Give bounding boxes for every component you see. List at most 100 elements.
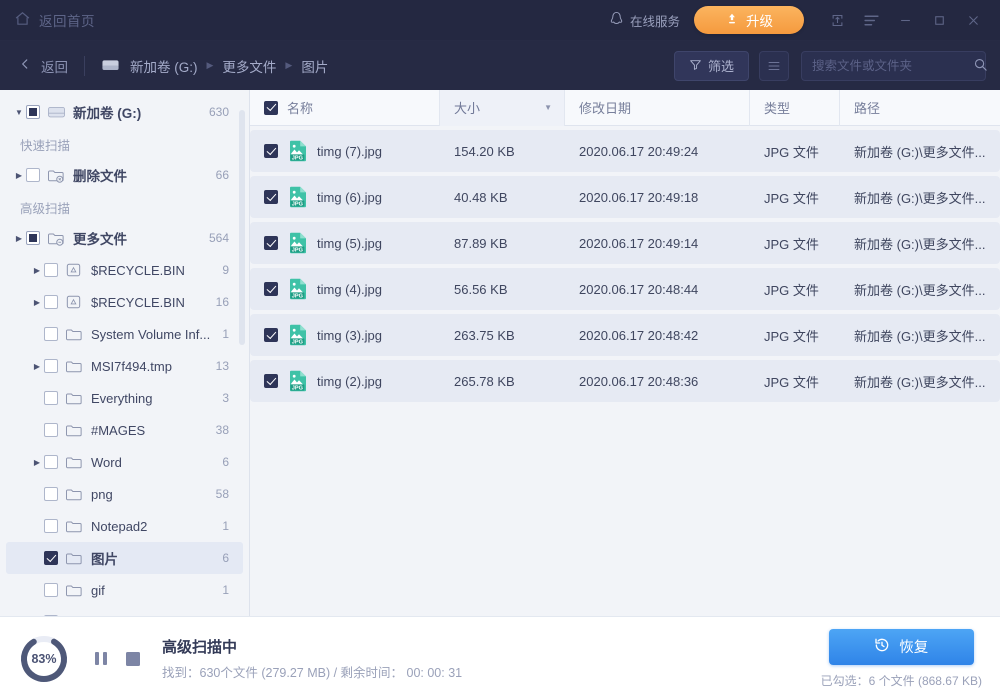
sidebar-item-png[interactable]: png58 (6, 478, 243, 510)
table-row[interactable]: JPGtimg (6).jpg40.48 KB2020.06.17 20:49:… (250, 176, 1000, 218)
breadcrumb-item-1[interactable]: 更多文件 (222, 56, 276, 76)
row-checkbox[interactable] (264, 236, 278, 250)
menu-icon[interactable] (854, 5, 888, 35)
tree-item-checkbox[interactable] (44, 327, 58, 341)
table-row[interactable]: JPGtimg (2).jpg265.78 KB2020.06.17 20:48… (250, 360, 1000, 402)
row-checkbox[interactable] (264, 282, 278, 296)
sidebar-item-更多文件[interactable]: ▶更多文件564 (6, 222, 243, 254)
pause-icon[interactable] (94, 651, 108, 666)
export-icon[interactable] (820, 5, 854, 35)
back-button-label: 返回 (41, 56, 68, 76)
search-input[interactable] (812, 59, 973, 73)
tree-item-checkbox[interactable] (44, 263, 58, 277)
cell-date: 2020.06.17 20:48:42 (565, 328, 750, 343)
tree-item-checkbox[interactable] (44, 519, 58, 533)
cell-size: 154.20 KB (440, 144, 565, 159)
sidebar-item-notepad2[interactable]: Notepad21 (6, 510, 243, 542)
search-box[interactable] (801, 51, 986, 81)
tree-item-checkbox[interactable] (44, 391, 58, 405)
filter-button[interactable]: 筛选 (674, 51, 749, 81)
row-checkbox[interactable] (264, 328, 278, 342)
column-header-date[interactable]: 修改日期 (565, 90, 750, 126)
expand-arrow-icon[interactable]: ▶ (30, 298, 44, 307)
table-row[interactable]: JPGtimg (5).jpg87.89 KB2020.06.17 20:49:… (250, 222, 1000, 264)
tree-root-checkbox[interactable] (26, 105, 40, 119)
cell-name: JPGtimg (3).jpg (250, 324, 440, 346)
folder-icon (65, 487, 84, 502)
close-icon[interactable] (956, 5, 990, 35)
expand-arrow-icon[interactable]: ▶ (12, 171, 26, 180)
sidebar-scrollbar[interactable] (239, 110, 245, 345)
tree-item-label: MSI7f494.tmp (91, 359, 208, 374)
sidebar-item-图片[interactable]: 图片6 (6, 542, 243, 574)
sidebar-item-everything[interactable]: Everything3 (6, 382, 243, 414)
title-bar: 返回首页 在线服务 升级 (0, 0, 1000, 40)
search-icon[interactable] (973, 57, 988, 75)
tree-item-checkbox[interactable] (44, 583, 58, 597)
breadcrumb-item-2[interactable]: 图片 (301, 56, 328, 76)
breadcrumb-item-0[interactable]: 新加卷 (G:) (130, 56, 198, 76)
tree-item-root[interactable]: ▼新加卷 (G:)630 (6, 96, 243, 128)
minimize-icon[interactable] (888, 5, 922, 35)
jpg-file-icon: JPG (288, 186, 308, 208)
table-row[interactable]: JPGtimg (3).jpg263.75 KB2020.06.17 20:48… (250, 314, 1000, 356)
tree-item-checkbox[interactable] (44, 615, 58, 616)
expand-arrow-icon[interactable]: ▶ (12, 234, 26, 243)
table-row[interactable]: JPGtimg (4).jpg56.56 KB2020.06.17 20:48:… (250, 268, 1000, 310)
column-header-size[interactable]: 大小▼ (440, 90, 565, 126)
chevron-down-icon[interactable]: ▼ (544, 103, 552, 112)
tree-item-count: 39 (216, 615, 229, 616)
sidebar-item-msi7f494-tmp[interactable]: ▶MSI7f494.tmp13 (6, 350, 243, 382)
tree-item-checkbox[interactable] (44, 551, 58, 565)
tree-item-checkbox[interactable] (26, 231, 40, 245)
back-button[interactable]: 返回 (18, 56, 68, 76)
cell-size: 40.48 KB (440, 190, 565, 205)
expand-arrow-icon[interactable]: ▶ (30, 266, 44, 275)
tree-item-checkbox[interactable] (44, 295, 58, 309)
tree-item-count: 1 (222, 583, 229, 597)
folder-icon (65, 519, 84, 534)
tree-item-label: Everything (91, 391, 214, 406)
scan-status-text: 高级扫描中 找到：630个文件 (279.27 MB) / 剩余时间： 00: … (162, 636, 462, 681)
row-checkbox[interactable] (264, 374, 278, 388)
home-button[interactable]: 返回首页 (14, 10, 95, 30)
tree-item-checkbox[interactable] (44, 487, 58, 501)
stop-icon[interactable] (126, 652, 140, 666)
scan-progress-ring: 83% (18, 633, 70, 685)
tree-item-checkbox[interactable] (26, 168, 40, 182)
sidebar-item--mages[interactable]: #MAGES38 (6, 414, 243, 446)
expand-arrow-icon[interactable]: ▶ (30, 458, 44, 467)
list-view-icon[interactable] (759, 51, 789, 81)
tree-item-count: 1 (222, 519, 229, 533)
file-list-panel: 名称大小▼修改日期类型路径 JPGtimg (7).jpg154.20 KB20… (250, 90, 1000, 616)
upgrade-button[interactable]: 升级 (694, 6, 804, 34)
sidebar-item-system-volume-inf-[interactable]: System Volume Inf...1 (6, 318, 243, 350)
tree-item-checkbox[interactable] (44, 455, 58, 469)
sidebar-item-jpg[interactable]: jpg39 (6, 606, 243, 616)
expand-arrow-icon[interactable]: ▶ (30, 362, 44, 371)
tree-item-count: 1 (222, 327, 229, 341)
column-header-path[interactable]: 路径 (840, 90, 1000, 126)
row-checkbox[interactable] (264, 144, 278, 158)
select-all-checkbox[interactable] (264, 101, 278, 115)
sidebar-item--recycle-bin[interactable]: ▶$RECYCLE.BIN9 (6, 254, 243, 286)
sidebar-item-删除文件[interactable]: ▶删除文件66 (6, 159, 243, 191)
sidebar-item-word[interactable]: ▶Word6 (6, 446, 243, 478)
tree-item-label: 删除文件 (73, 165, 208, 185)
sidebar-item-gif[interactable]: gif1 (6, 574, 243, 606)
column-header-type[interactable]: 类型 (750, 90, 840, 126)
row-checkbox[interactable] (264, 190, 278, 204)
online-service-button[interactable]: 在线服务 (609, 11, 680, 30)
sidebar-item--recycle-bin[interactable]: ▶$RECYCLE.BIN16 (6, 286, 243, 318)
tree-item-checkbox[interactable] (44, 423, 58, 437)
folder-icon (65, 551, 84, 566)
tree-item-checkbox[interactable] (44, 359, 58, 373)
collapse-arrow-icon[interactable]: ▼ (12, 108, 26, 117)
maximize-icon[interactable] (922, 5, 956, 35)
tree-item-label: 图片 (91, 548, 214, 568)
svg-text:JPG: JPG (292, 247, 303, 253)
table-row[interactable]: JPGtimg (7).jpg154.20 KB2020.06.17 20:49… (250, 130, 1000, 172)
recover-button[interactable]: 恢复 (829, 629, 974, 665)
column-header-name[interactable]: 名称 (250, 90, 440, 126)
cell-date: 2020.06.17 20:49:18 (565, 190, 750, 205)
